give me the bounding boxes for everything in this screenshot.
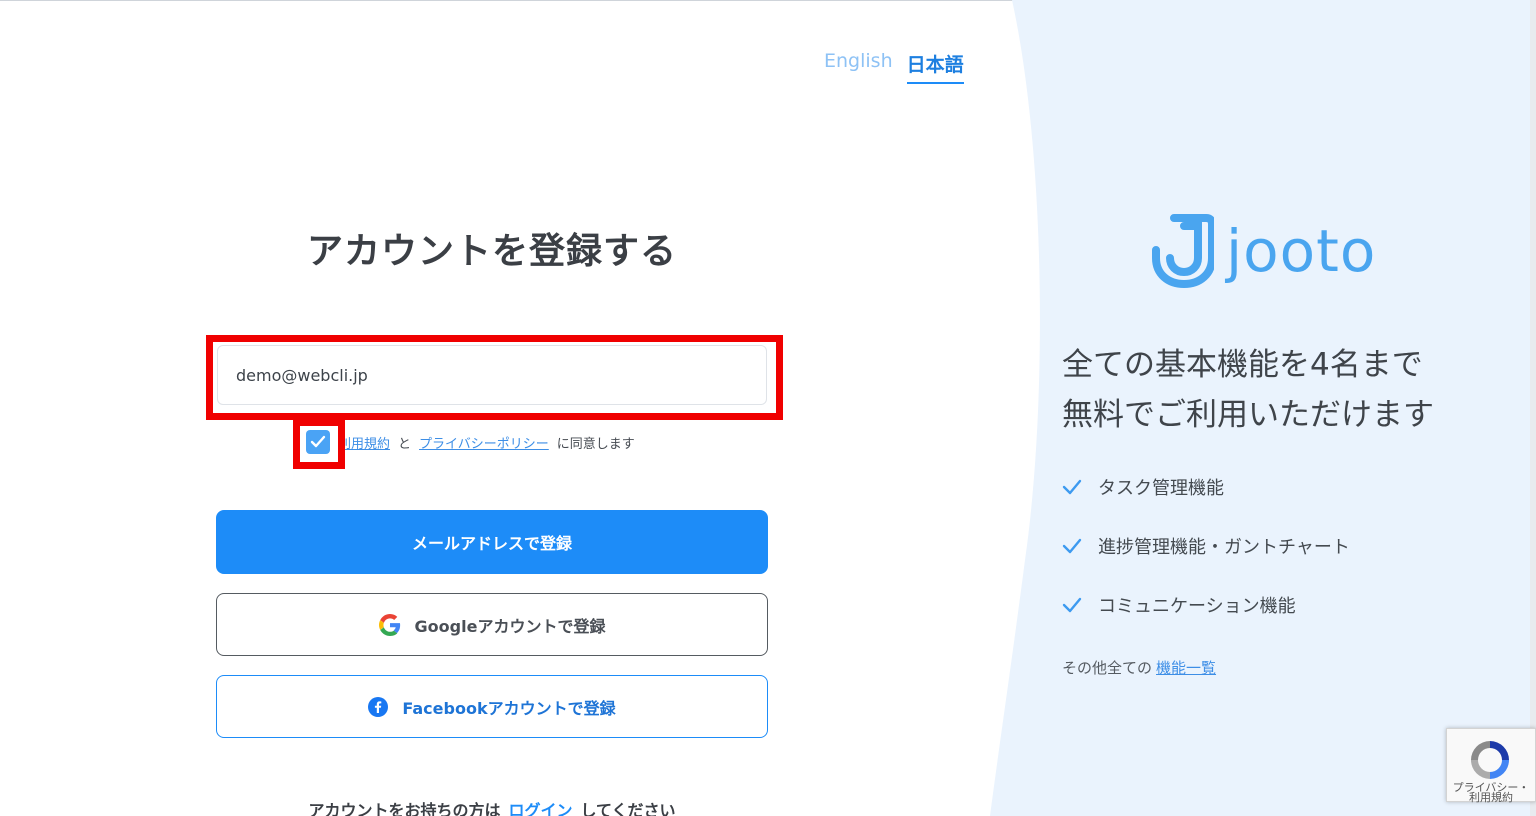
login-prompt: アカウントをお持ちの方は ログイン してください — [216, 797, 768, 816]
checkmark-icon — [1062, 597, 1086, 613]
feature-item: コミュニケーション機能 — [1062, 590, 1350, 620]
privacy-policy-link[interactable]: プライバシーポリシー — [419, 433, 549, 452]
email-highlight-box — [206, 335, 783, 420]
feature-label: コミュニケーション機能 — [1098, 596, 1296, 617]
checkmark-icon — [1062, 538, 1086, 554]
feature-item: タスク管理機能 — [1062, 472, 1350, 502]
login-prompt-suffix: してください — [580, 801, 676, 816]
register-with-email-label: メールアドレスで登録 — [411, 534, 572, 553]
checkmark-icon — [1062, 479, 1086, 495]
language-switch: English 日本語 — [824, 50, 964, 84]
recaptcha-terms-link[interactable]: 利用規約 — [1449, 792, 1533, 803]
login-prompt-prefix: アカウントをお持ちの方は — [308, 801, 501, 816]
recaptcha-badge[interactable]: プライバシー・ 利用規約 — [1446, 728, 1536, 803]
register-with-google-label: Googleアカウントで登録 — [414, 616, 606, 636]
scrollbar[interactable] — [1530, 0, 1536, 816]
jooto-logo-text: jooto — [1226, 217, 1377, 285]
login-link[interactable]: ログイン — [508, 801, 572, 816]
feature-list: タスク管理機能 進捗管理機能・ガントチャート コミュニケーション機能 — [1062, 472, 1350, 649]
facebook-icon — [368, 696, 389, 717]
register-with-email-button[interactable]: メールアドレスで登録 — [216, 510, 768, 574]
jooto-logo: jooto — [1152, 214, 1376, 288]
all-features-line: その他全ての 機能一覧 — [1062, 657, 1216, 678]
consent-and-text: と — [398, 436, 412, 452]
jooto-logo-icon — [1152, 214, 1214, 288]
feature-label: タスク管理機能 — [1098, 478, 1224, 499]
recaptcha-links: プライバシー・ 利用規約 — [1449, 782, 1533, 803]
register-with-google-button[interactable]: Googleアカウントで登録 — [216, 593, 768, 656]
recaptcha-icon — [1471, 741, 1509, 779]
feature-label: 進捗管理機能・ガントチャート — [1098, 537, 1350, 558]
consent-row: 利用規約 と プライバシーポリシー に同意します — [306, 430, 639, 454]
page-title: アカウントを登録する — [306, 231, 677, 272]
promo-tagline-line2: 無料でご利用いただけます — [1062, 397, 1434, 433]
feature-item: 進捗管理機能・ガントチャート — [1062, 531, 1350, 561]
language-japanese-link[interactable]: 日本語 — [906, 50, 964, 84]
google-icon — [378, 613, 401, 636]
promo-tagline-line1: 全ての基本機能を4名まで — [1062, 347, 1423, 383]
promo-tagline: 全ての基本機能を4名まで 無料でご利用いただけます — [1062, 340, 1434, 440]
feature-list-link[interactable]: 機能一覧 — [1156, 659, 1216, 677]
terms-link[interactable]: 利用規約 — [338, 433, 390, 452]
signup-page: English 日本語 アカウントを登録する 利用規約 と プライバシーポリシー… — [0, 0, 1536, 816]
register-with-facebook-label: Facebookアカウントで登録 — [402, 698, 616, 718]
all-features-prefix: その他全ての — [1062, 659, 1153, 677]
consent-suffix-text: に同意します — [556, 436, 635, 452]
register-with-facebook-button[interactable]: Facebookアカウントで登録 — [216, 675, 768, 738]
checkbox-highlight-box — [293, 419, 345, 469]
language-english-link[interactable]: English — [824, 50, 893, 84]
